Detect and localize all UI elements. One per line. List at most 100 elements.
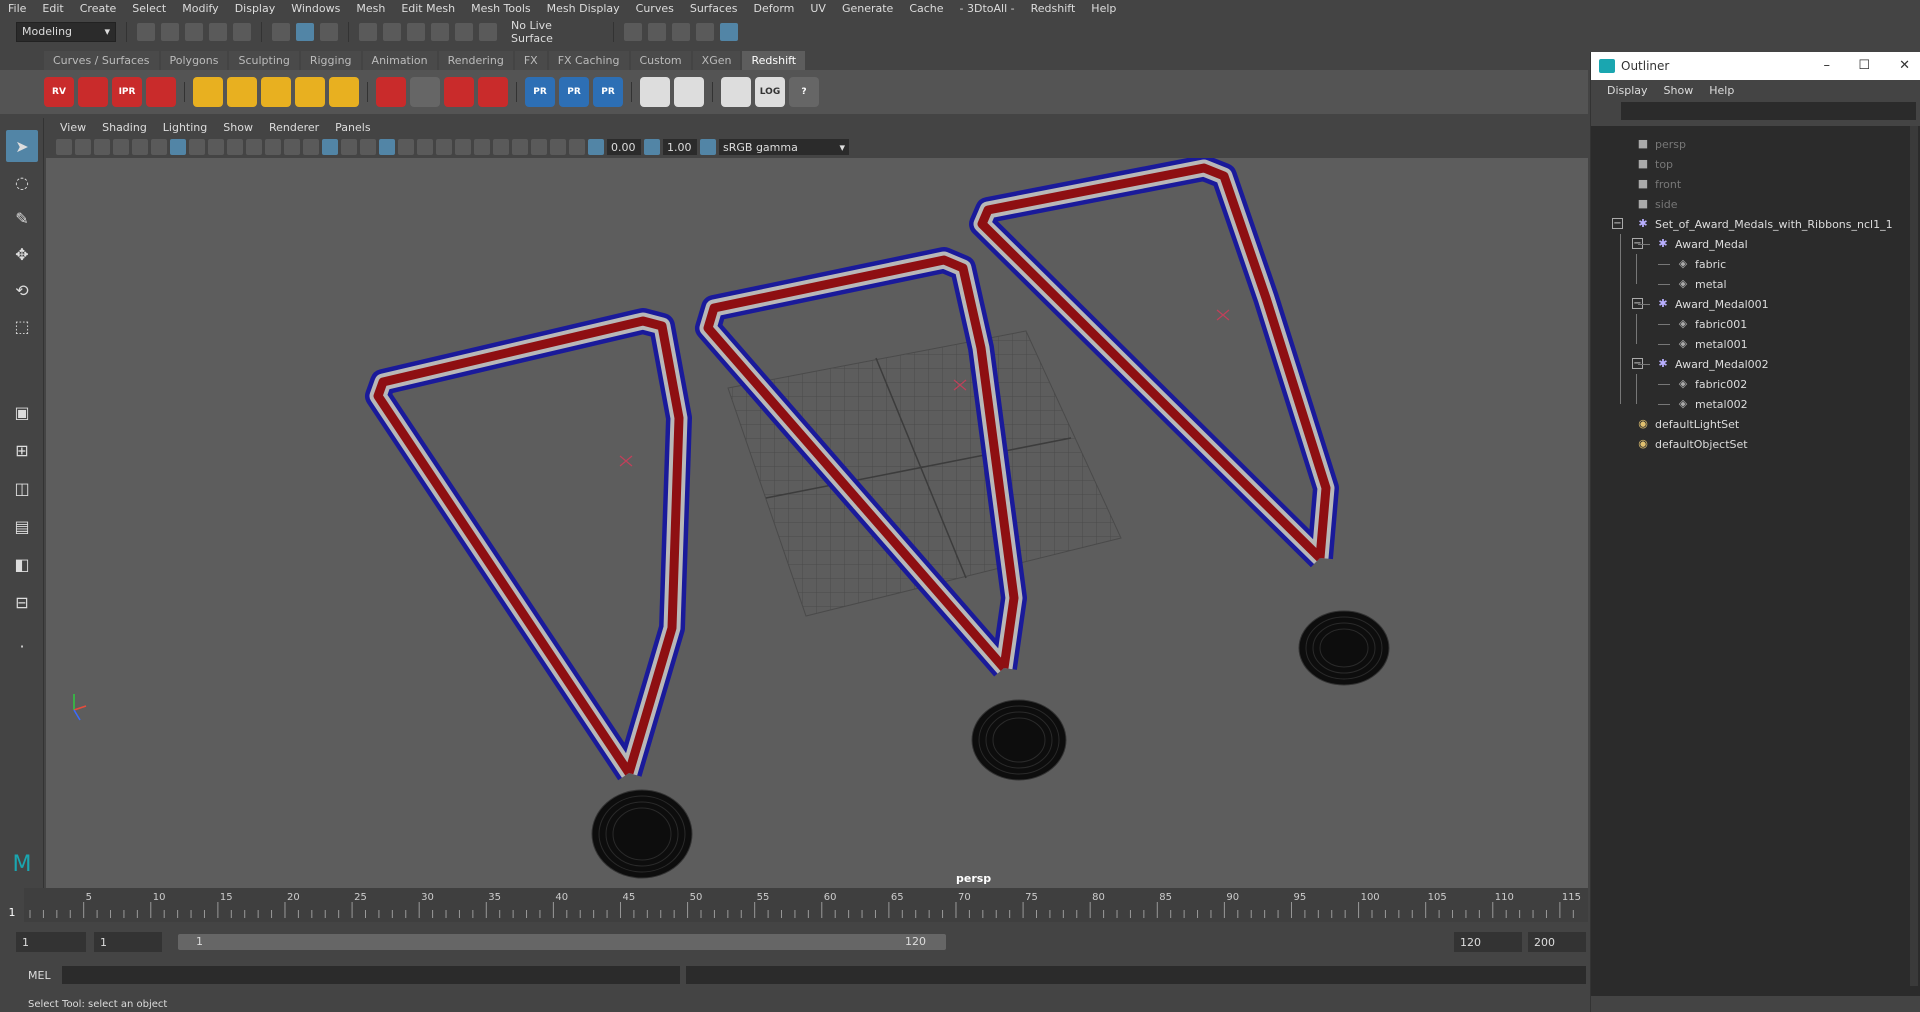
move-tool-icon[interactable]: ✥: [6, 238, 38, 270]
outliner-layout-icon[interactable]: ▤: [6, 510, 38, 542]
two-pane-layout-icon[interactable]: ◫: [6, 472, 38, 504]
xray-joints-icon[interactable]: [550, 139, 566, 155]
outliner-item-metal[interactable]: ◈ metal: [1676, 274, 1727, 294]
gamma-field[interactable]: 1.00: [663, 139, 697, 155]
lasso-tool-icon[interactable]: ◌: [6, 166, 38, 198]
shelf-tab-redshift[interactable]: Redshift: [742, 51, 806, 70]
range-slider[interactable]: 1 120: [178, 934, 946, 950]
panel-menu-renderer[interactable]: Renderer: [261, 121, 327, 134]
custom-layout-icon[interactable]: ⊟: [6, 586, 38, 618]
open-scene-icon[interactable]: [161, 22, 179, 41]
redo-icon[interactable]: [233, 22, 251, 41]
menu-deform[interactable]: Deform: [745, 2, 802, 15]
exposure-toggle-icon[interactable]: [588, 139, 604, 155]
script-editor-icon[interactable]: [721, 77, 751, 107]
camera-attributes-icon[interactable]: [75, 139, 91, 155]
outliner-item-defaultlightset[interactable]: ◉ defaultLightSet: [1636, 414, 1739, 434]
panel-menu-show[interactable]: Show: [215, 121, 261, 134]
new-scene-icon[interactable]: [137, 22, 155, 41]
menu-create[interactable]: Create: [72, 2, 125, 15]
isolate-select-icon[interactable]: [512, 139, 528, 155]
textured-icon[interactable]: [379, 139, 395, 155]
gate-mask-icon[interactable]: [227, 139, 243, 155]
render-settings-icon[interactable]: [696, 22, 714, 41]
field-chart-icon[interactable]: [246, 139, 262, 155]
panel-menu-lighting[interactable]: Lighting: [155, 121, 215, 134]
shelf-tab-fx-caching[interactable]: FX Caching: [548, 51, 629, 70]
outliner-item-front[interactable]: ■ front: [1636, 174, 1681, 194]
outliner-item-side[interactable]: ■ side: [1636, 194, 1678, 214]
redshift-ipr-icon[interactable]: IPR: [112, 77, 142, 107]
exposure-field[interactable]: 0.00: [607, 139, 641, 155]
smooth-shade-icon[interactable]: [322, 139, 338, 155]
outliner-item-set-of-award-medals-with-ribbons-ncl1-1[interactable]: ✱ Set_of_Award_Medals_with_Ribbons_ncl1_1: [1636, 214, 1892, 234]
menu-file[interactable]: File: [0, 2, 34, 15]
menu-cache[interactable]: Cache: [901, 2, 951, 15]
menu-mesh-tools[interactable]: Mesh Tools: [463, 2, 539, 15]
playback-start-field[interactable]: 1: [94, 932, 162, 952]
menu-mesh[interactable]: Mesh: [348, 2, 393, 15]
more-icon[interactable]: ·: [6, 630, 38, 662]
animation-start-field[interactable]: 1: [16, 932, 86, 952]
snap-surface-icon[interactable]: [455, 22, 473, 41]
time-slider[interactable]: 5 10 15 20 25 30 35 40 45 50 55 60 65 70 75 80 85 90 95 100…: [24, 888, 1588, 922]
material-ball-icon[interactable]: [478, 77, 508, 107]
viewport-persp[interactable]: persp: [46, 158, 1588, 888]
menu-uv[interactable]: UV: [802, 2, 834, 15]
close-icon[interactable]: ✕: [1899, 58, 1910, 73]
shelf-tab-rigging[interactable]: Rigging: [300, 51, 361, 70]
outliner-item-top[interactable]: ■ top: [1636, 154, 1673, 174]
snap-grid-icon[interactable]: [359, 22, 377, 41]
snap-live-icon[interactable]: [479, 22, 497, 41]
help-icon[interactable]: ?: [789, 77, 819, 107]
menu-mesh-display[interactable]: Mesh Display: [539, 2, 628, 15]
redshift-render-icon[interactable]: [78, 77, 108, 107]
menu-select[interactable]: Select: [124, 2, 174, 15]
grid-toggle-icon[interactable]: [170, 139, 186, 155]
dome-light-icon[interactable]: [295, 77, 325, 107]
minimize-icon[interactable]: –: [1824, 58, 1831, 73]
bake-icon[interactable]: [640, 77, 670, 107]
command-language-label[interactable]: MEL: [0, 969, 62, 982]
bookmark-icon[interactable]: [94, 139, 110, 155]
paint-select-tool-icon[interactable]: ✎: [6, 202, 38, 234]
rotate-tool-icon[interactable]: ⟲: [6, 274, 38, 306]
menu-surfaces[interactable]: Surfaces: [682, 2, 746, 15]
menu-help[interactable]: Help: [1083, 2, 1124, 15]
snap-point-icon[interactable]: [407, 22, 425, 41]
bake-set-icon[interactable]: [674, 77, 704, 107]
shelf-tab-animation[interactable]: Animation: [362, 51, 437, 70]
shelf-tab-xgen[interactable]: XGen: [692, 51, 741, 70]
use-lights-icon[interactable]: [398, 139, 414, 155]
outliner-menu-display[interactable]: Display: [1599, 84, 1656, 97]
xray-icon[interactable]: [531, 139, 547, 155]
outliner-menu-help[interactable]: Help: [1701, 84, 1742, 97]
menu-edit[interactable]: Edit: [34, 2, 71, 15]
wireframe-on-shaded-icon[interactable]: [360, 139, 376, 155]
hypershade-icon[interactable]: [720, 22, 738, 41]
outliner-item-fabric002[interactable]: ◈ fabric002: [1676, 374, 1747, 394]
camera-select-icon[interactable]: [56, 139, 72, 155]
ambient-occlusion-icon[interactable]: [436, 139, 452, 155]
shelf-tab-sculpting[interactable]: Sculpting: [229, 51, 299, 70]
scale-tool-icon[interactable]: ⬚: [6, 310, 38, 342]
playback-end-field[interactable]: 120: [1454, 932, 1522, 952]
depth-of-field-icon[interactable]: [493, 139, 509, 155]
motion-blur-icon[interactable]: [455, 139, 471, 155]
menu-redshift[interactable]: Redshift: [1023, 2, 1084, 15]
outliner-search-input[interactable]: [1621, 102, 1916, 120]
outliner-item-award-medal[interactable]: ✱ Award_Medal: [1656, 234, 1747, 254]
menu-edit-mesh[interactable]: Edit Mesh: [393, 2, 463, 15]
shelf-tab-curves-surfaces[interactable]: Curves / Surfaces: [44, 51, 159, 70]
redshift-render-view-icon[interactable]: RV: [44, 77, 74, 107]
proxy-export-icon[interactable]: PR: [525, 77, 555, 107]
anti-aliasing-icon[interactable]: [474, 139, 490, 155]
menu-generate[interactable]: Generate: [834, 2, 901, 15]
select-hierarchy-icon[interactable]: [272, 22, 290, 41]
wireframe-icon[interactable]: [303, 139, 319, 155]
maximize-icon[interactable]: ☐: [1858, 58, 1870, 73]
select-object-icon[interactable]: [296, 22, 314, 41]
single-pane-layout-icon[interactable]: ▣: [6, 396, 38, 428]
grease-pencil-icon[interactable]: [151, 139, 167, 155]
save-scene-icon[interactable]: [185, 22, 203, 41]
